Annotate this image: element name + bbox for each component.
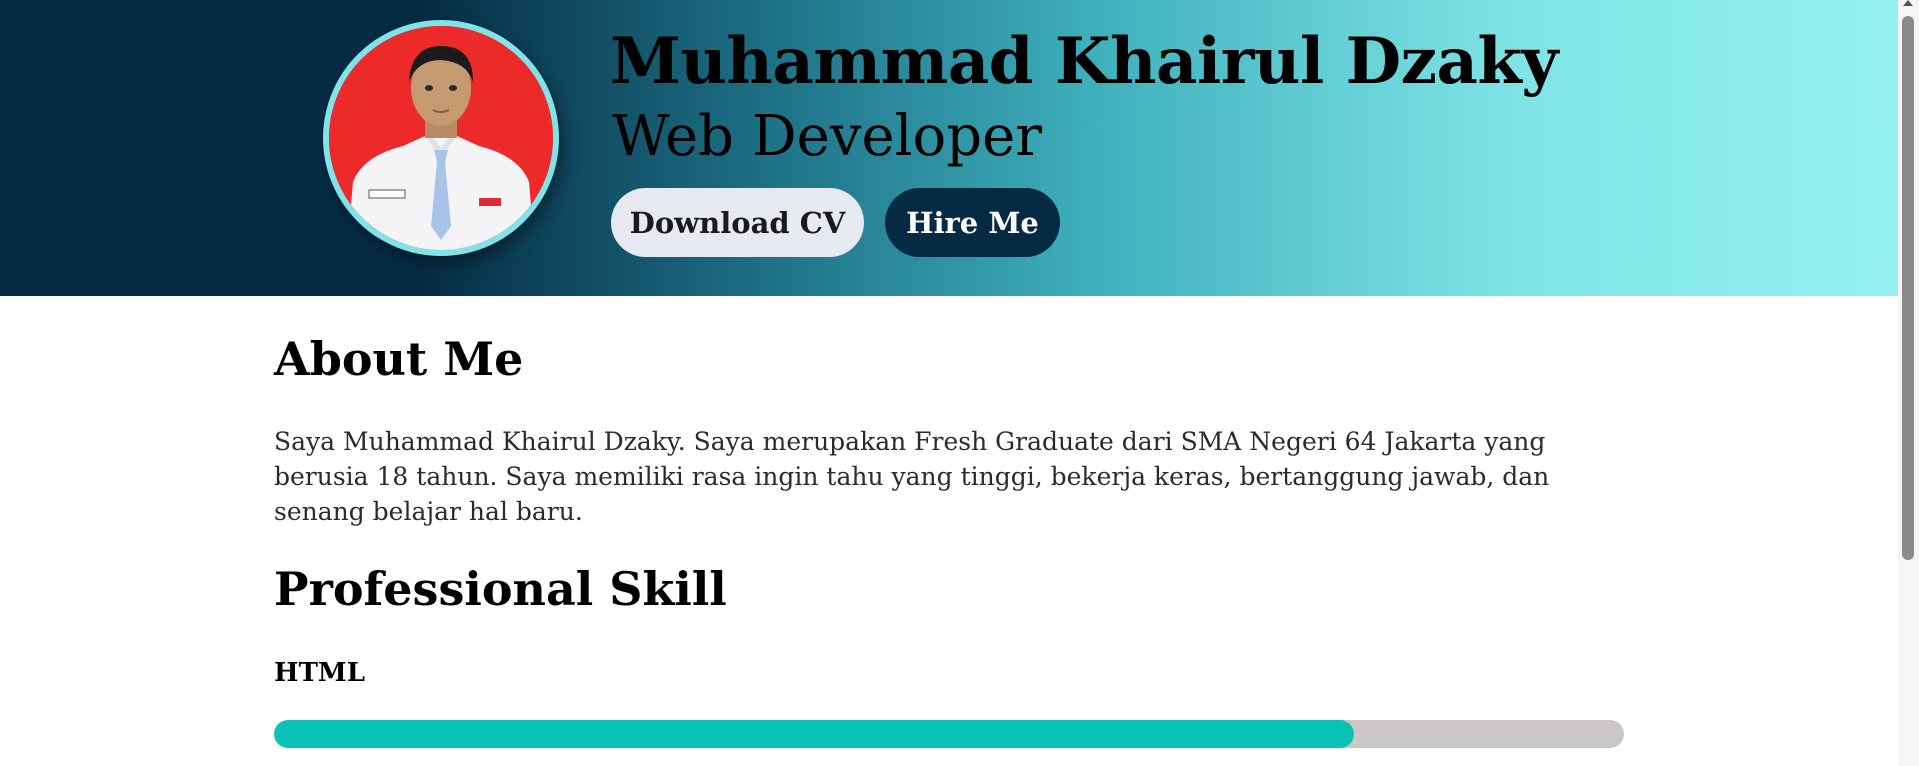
skills-title: Professional Skill <box>274 562 727 616</box>
about-title: About Me <box>274 332 524 386</box>
about-text: Saya Muhammad Khairul Dzaky. Saya merupa… <box>274 427 1550 526</box>
skill-name: HTML <box>274 658 365 688</box>
profile-photo <box>323 20 559 256</box>
profile-name: Muhammad Khairul Dzaky <box>610 24 1558 99</box>
profile-role: Web Developer <box>612 104 1042 169</box>
portfolio-page: Muhammad Khairul Dzaky Web Developer Dow… <box>0 0 1919 766</box>
profile-photo-image <box>329 26 553 250</box>
skill-progress-fill <box>274 720 1354 748</box>
download-cv-button[interactable]: Download CV <box>611 188 864 257</box>
skill-progress-track <box>274 720 1624 748</box>
scrollbar-thumb[interactable] <box>1902 16 1914 560</box>
hero-header: Muhammad Khairul Dzaky Web Developer Dow… <box>0 0 1898 296</box>
hire-me-button[interactable]: Hire Me <box>885 188 1060 257</box>
vertical-scrollbar[interactable] <box>1898 0 1919 766</box>
scroll-up-arrow-icon[interactable] <box>1903 0 1913 6</box>
